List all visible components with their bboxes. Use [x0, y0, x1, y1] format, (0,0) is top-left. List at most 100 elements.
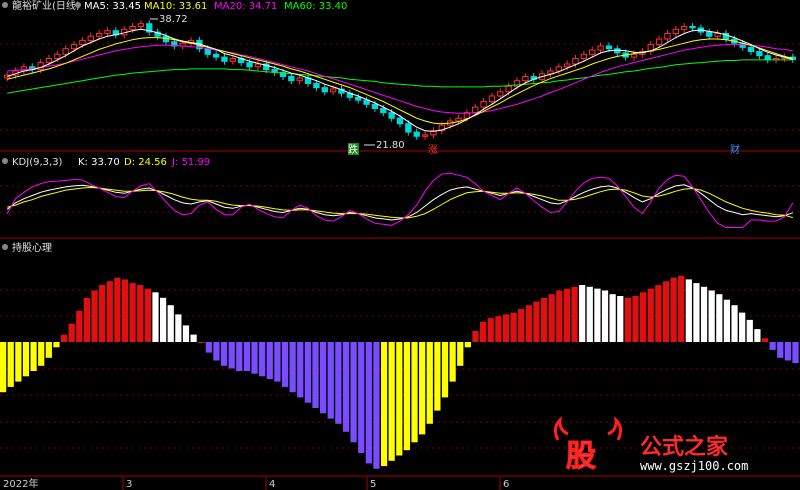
indicator-bar — [144, 288, 151, 342]
candle-body — [488, 95, 496, 103]
low-price-label: 21.80 — [376, 140, 405, 151]
indicator-bar — [655, 285, 662, 342]
indicator-bar — [571, 286, 578, 342]
indicator-bar — [777, 342, 784, 358]
candle-body — [706, 31, 713, 37]
kdj-dot-icon[interactable] — [2, 158, 8, 164]
marker-drop[interactable]: 跌 — [348, 143, 358, 156]
indicator-header: 持股心理 — [2, 241, 52, 254]
indicator-bar — [419, 342, 426, 435]
indicator-bar — [30, 342, 37, 371]
indicator-bar — [304, 342, 311, 403]
indicator-bar — [137, 285, 144, 342]
indicator-bar — [495, 316, 502, 342]
indicator-bar — [708, 290, 715, 342]
settings-dot-icon[interactable] — [2, 2, 8, 8]
candle-body — [87, 35, 94, 41]
indicator-bar — [693, 283, 700, 342]
date-axis: 2022年 3 4 5 6 — [3, 477, 509, 490]
indicator-bar — [335, 342, 342, 424]
logo-url: www.gszj100.com — [640, 459, 748, 473]
indicator-bar — [320, 342, 327, 414]
candle-body — [680, 26, 688, 30]
candle-body — [614, 48, 621, 54]
candle-body — [37, 62, 44, 71]
candle-body — [630, 53, 638, 58]
indicator-dot-icon[interactable] — [2, 244, 8, 250]
indicator-bar — [190, 334, 197, 342]
indicator-bar — [670, 277, 677, 342]
indicator-bar — [60, 334, 68, 342]
indicator-bar — [83, 297, 91, 342]
indicator-bar — [358, 342, 365, 453]
ma10-label: MA10: 33.61 — [144, 1, 207, 12]
indicator-bar — [441, 342, 449, 398]
candle-body — [137, 23, 145, 28]
indicator-bar — [365, 342, 372, 464]
indicator-bar — [129, 283, 136, 342]
candle-body — [413, 131, 420, 137]
kdj-header: KDJ(9,3,3) K: 33.70 D: 24.56 J: 51.99 — [2, 157, 210, 168]
indicator-bar — [480, 321, 487, 342]
indicator-bar — [472, 331, 479, 342]
indicator-bar — [312, 342, 319, 408]
indicator-bar — [396, 342, 403, 456]
date-tick-1: 3 — [126, 479, 132, 490]
high-price-label: 38.72 — [159, 14, 188, 25]
indicator-bar — [251, 342, 258, 374]
indicator-bar — [579, 285, 586, 342]
ma-dot-icon — [75, 2, 81, 8]
indicator-bar — [586, 286, 593, 342]
candle-body — [70, 44, 78, 50]
indicator-bar — [289, 342, 296, 393]
indicator-bar — [601, 290, 609, 342]
moving-average-lines — [7, 28, 793, 132]
indicator-bar — [198, 342, 205, 343]
indicator-bar — [22, 342, 30, 377]
indicator-bar — [0, 342, 7, 393]
ma5-line — [7, 28, 793, 132]
candle-body — [522, 76, 529, 82]
indicator-bar — [792, 342, 799, 364]
indicator-bar — [518, 308, 525, 342]
indicator-bar — [769, 342, 776, 350]
indicator-bar — [678, 275, 685, 342]
indicator-bar — [510, 312, 517, 342]
indicator-bar — [403, 342, 411, 451]
indicator-bar — [411, 342, 418, 443]
indicator-bar — [205, 342, 212, 353]
kdj-k-label: K: 33.70 — [78, 157, 120, 168]
candle-body — [505, 85, 512, 93]
indicator-bar — [594, 288, 601, 342]
watermark-logo: 股 公式之家 www.gszj100.com — [553, 415, 748, 475]
candle-body — [371, 103, 379, 109]
marker-rise[interactable]: 涨 — [428, 144, 438, 156]
indicator-bar — [175, 314, 182, 342]
candle-body — [388, 112, 395, 119]
indicator-bar — [640, 292, 647, 342]
candle-body — [421, 134, 429, 137]
candle-body — [246, 62, 253, 68]
candle-body — [95, 32, 103, 37]
indicator-bar — [160, 297, 167, 342]
candle-body — [589, 49, 596, 55]
indicator-bar — [380, 342, 388, 467]
indicator-bar — [281, 342, 289, 387]
candle-body — [79, 39, 86, 46]
indicator-bar — [342, 342, 350, 432]
indicator-bar — [685, 279, 692, 342]
candle-body — [747, 46, 755, 53]
indicator-bar — [426, 342, 433, 424]
indicator-bar — [236, 342, 243, 371]
indicator-bar — [350, 342, 357, 443]
indicator-title: 持股心理 — [12, 241, 52, 254]
marker-finance[interactable]: 财 — [730, 143, 740, 156]
indicator-bar — [45, 342, 52, 358]
indicator-bar — [525, 305, 532, 342]
candle-body — [563, 63, 571, 68]
ma10-line — [7, 37, 793, 125]
indicator-bar — [716, 294, 723, 342]
candle-body — [572, 57, 579, 65]
ma60-label: MA60: 33.40 — [284, 1, 347, 12]
indicator-bar — [700, 286, 708, 342]
